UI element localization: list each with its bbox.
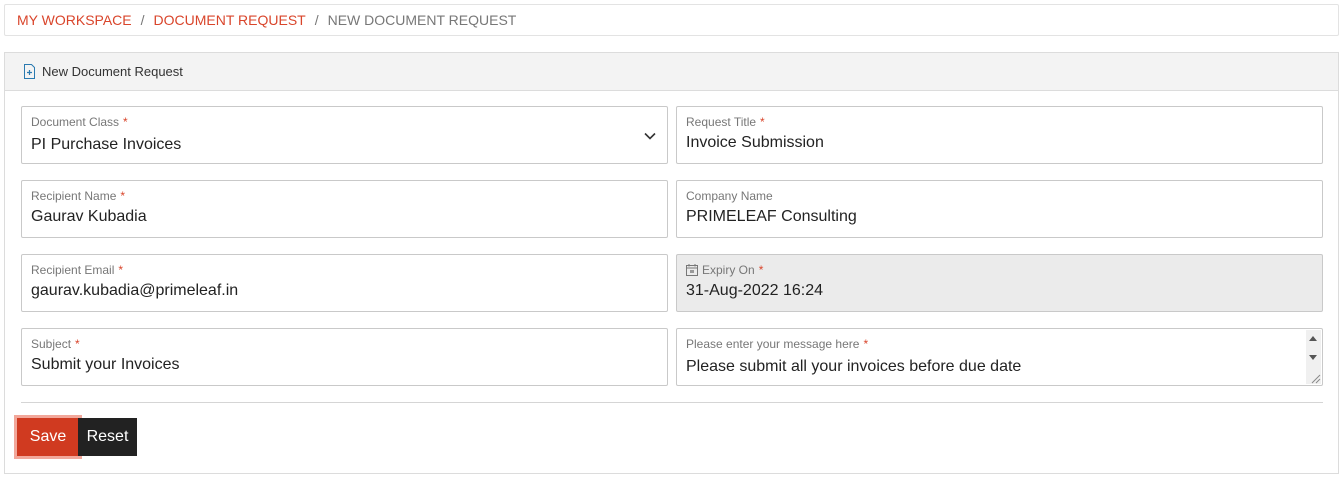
company-name-value: PRIMELEAF Consulting (686, 208, 857, 225)
breadcrumb-document-request[interactable]: DOCUMENT REQUEST (154, 12, 306, 28)
required-marker: * (760, 115, 765, 129)
recipient-email-label: Recipient Email (31, 263, 115, 277)
required-marker: * (758, 263, 764, 277)
subject-field[interactable]: Subject * Submit your Invoices (21, 328, 668, 386)
chevron-down-icon[interactable] (643, 129, 657, 143)
subject-label: Subject (31, 337, 72, 351)
scroll-up-arrow-icon[interactable] (1309, 336, 1317, 341)
calendar-icon (686, 264, 698, 276)
required-marker: * (75, 337, 80, 351)
document-add-icon (24, 64, 35, 79)
request-title-field[interactable]: Request Title * Invoice Submission (676, 106, 1323, 164)
new-document-request-panel: New Document Request Document Class * PI… (4, 52, 1339, 474)
recipient-email-field[interactable]: Recipient Email * gaurav.kubadia@primele… (21, 254, 668, 312)
expiry-on-field[interactable]: Expiry On * 31-Aug-2022 16:24 (676, 254, 1323, 312)
breadcrumb-current: NEW DOCUMENT REQUEST (327, 12, 517, 28)
breadcrumb-separator: / (140, 12, 145, 28)
resize-grip-icon[interactable] (1309, 372, 1321, 384)
document-class-select[interactable]: Document Class * PI Purchase Invoices (21, 106, 668, 164)
document-class-label: Document Class (31, 115, 120, 129)
reset-button[interactable]: Reset (78, 418, 137, 456)
recipient-name-field[interactable]: Recipient Name * Gaurav Kubadia (21, 180, 668, 238)
required-marker: * (120, 189, 126, 203)
required-marker: * (118, 263, 124, 277)
recipient-name-label: Recipient Name (31, 189, 117, 203)
save-button[interactable]: Save (17, 418, 79, 456)
message-value: Please submit all your invoices before d… (686, 358, 1022, 375)
recipient-name-value: Gaurav Kubadia (31, 208, 147, 225)
breadcrumb-separator: / (314, 12, 319, 28)
panel-header: New Document Request (5, 53, 1338, 91)
request-title-value: Invoice Submission (686, 134, 824, 151)
panel-title: New Document Request (42, 64, 183, 79)
expiry-on-label: Expiry On (702, 263, 755, 277)
breadcrumb-my-workspace[interactable]: MY WORKSPACE (17, 12, 132, 28)
divider (21, 402, 1323, 403)
company-name-field[interactable]: Company Name PRIMELEAF Consulting (676, 180, 1323, 238)
required-marker: * (123, 115, 128, 129)
scroll-down-arrow-icon[interactable] (1309, 355, 1317, 360)
company-name-label: Company Name (686, 189, 773, 203)
message-textarea[interactable]: Please enter your message here * Please … (676, 328, 1323, 386)
message-label: Please enter your message here (686, 337, 860, 351)
expiry-on-value: 31-Aug-2022 16:24 (686, 282, 823, 299)
document-class-value: PI Purchase Invoices (31, 136, 182, 153)
request-title-label: Request Title (686, 115, 757, 129)
required-marker: * (863, 337, 869, 351)
subject-value: Submit your Invoices (31, 356, 180, 373)
recipient-email-value: gaurav.kubadia@primeleaf.in (31, 282, 239, 299)
breadcrumb: MY WORKSPACE / DOCUMENT REQUEST / NEW DO… (4, 4, 1339, 36)
